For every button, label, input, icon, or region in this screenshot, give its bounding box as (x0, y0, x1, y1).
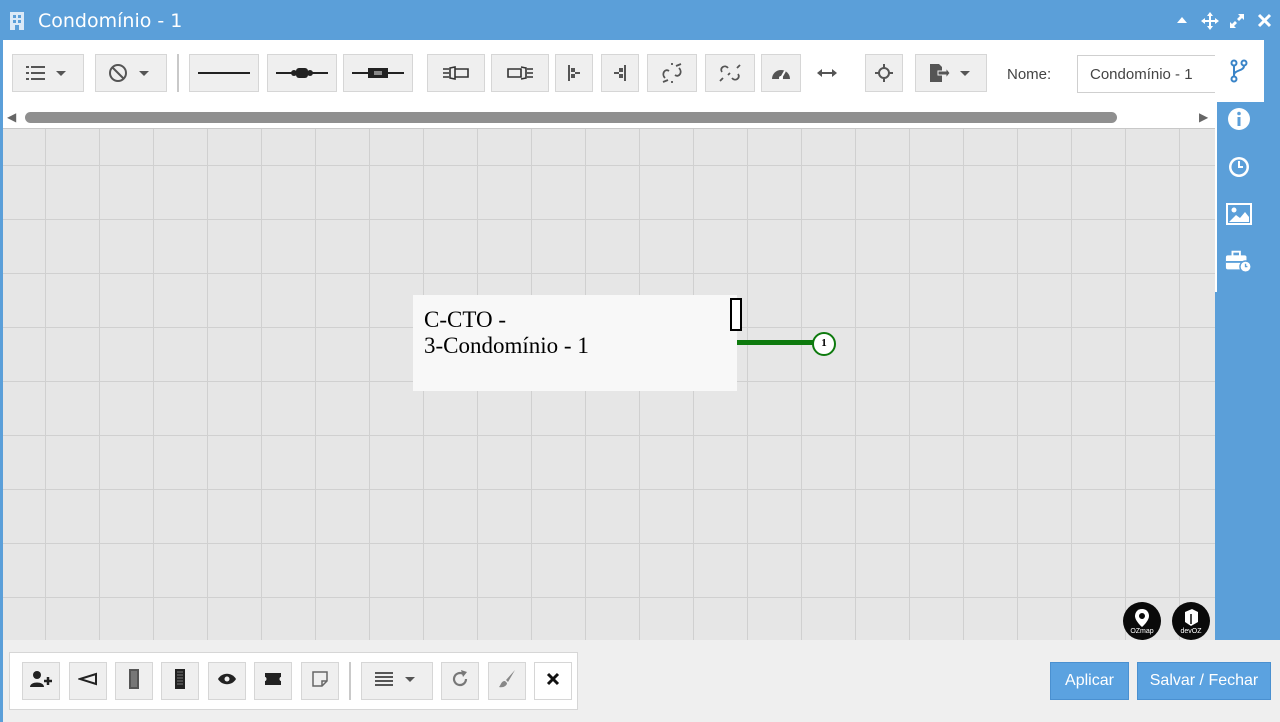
align-right-icon (612, 64, 628, 82)
ticket-button[interactable] (254, 662, 292, 700)
bottom-bar: Aplicar Salvar / Fechar (3, 640, 1280, 722)
building-icon (8, 11, 26, 36)
move-icon[interactable] (1200, 11, 1220, 36)
crosshair-icon (875, 64, 893, 82)
devoz-logo: devOZ (1172, 602, 1210, 640)
resize-horizontal-button[interactable] (807, 54, 847, 92)
top-toolbar: Nome: (3, 40, 1237, 108)
bottom-toolbar-separator (349, 662, 351, 700)
toolbar-separator (177, 54, 179, 92)
link-break-button[interactable] (705, 54, 755, 92)
align-right-button[interactable] (601, 54, 639, 92)
brush-icon (497, 669, 517, 694)
save-close-button[interactable]: Salvar / Fechar (1137, 662, 1271, 700)
list-menu-icon (26, 64, 70, 82)
add-user-icon (29, 670, 53, 693)
toolbox-clock-icon[interactable] (1225, 247, 1253, 275)
fiber-number[interactable]: 1 (812, 332, 836, 356)
refresh-icon (450, 669, 470, 694)
right-sidebar (1215, 40, 1280, 722)
title-bar[interactable]: Condomínio - 1 (0, 0, 1280, 42)
name-label: Nome: (1007, 66, 1052, 83)
align-left-button[interactable] (555, 54, 593, 92)
note-button[interactable] (301, 662, 339, 700)
panel-icon (127, 668, 141, 695)
connector-out-button[interactable] (491, 54, 549, 92)
diagram-canvas[interactable]: C-CTO - 3-Condomínio - 1 1 OZmap devOZ (3, 128, 1215, 641)
image-icon[interactable] (1225, 200, 1253, 228)
connector-out-icon (505, 64, 535, 82)
panel-dark-button[interactable] (161, 662, 199, 700)
eye-button[interactable] (208, 662, 246, 700)
export-icon (928, 63, 974, 83)
export-menu-button[interactable] (915, 54, 987, 92)
splice-box-button[interactable] (343, 54, 413, 92)
cable-line-button[interactable] (189, 54, 259, 92)
splice-closure-icon (276, 65, 328, 81)
delete-icon (546, 672, 560, 691)
block-menu-icon (109, 63, 153, 83)
devoz-logo-text: devOZ (1180, 628, 1202, 635)
panel-dark-icon (173, 668, 187, 695)
close-icon[interactable] (1257, 13, 1272, 33)
ozmap-logo-text: OZmap (1130, 628, 1154, 635)
note-icon (312, 670, 328, 692)
align-menu-button[interactable] (361, 662, 433, 700)
add-user-button[interactable] (22, 662, 60, 700)
splice-box-icon (352, 65, 404, 81)
diagram-window: Condomínio - 1 Nome: Condomínio - 1 ◀ ▶ … (0, 0, 1280, 722)
sidebar-item-diagram[interactable] (1215, 40, 1264, 102)
refresh-button[interactable] (441, 662, 479, 700)
scroll-thumb[interactable] (25, 112, 1117, 123)
crosshair-button[interactable] (865, 54, 903, 92)
unlink-icon (659, 62, 685, 84)
unlink-button[interactable] (647, 54, 697, 92)
horizontal-scrollbar[interactable]: ◀ ▶ (3, 108, 1215, 128)
window-title: Condomínio - 1 (38, 10, 183, 32)
cto-node[interactable]: C-CTO - 3-Condomínio - 1 (413, 295, 737, 391)
brush-button[interactable] (488, 662, 526, 700)
pointer-icon (76, 672, 98, 691)
dashboard-icon (771, 65, 791, 81)
connector-port[interactable] (730, 298, 742, 331)
list-menu-button[interactable] (12, 54, 84, 92)
name-input[interactable] (1077, 55, 1237, 93)
clock-icon[interactable] (1225, 153, 1253, 181)
cto-node-subtitle: 3-Condomínio - 1 (424, 333, 589, 358)
pointer-button[interactable] (69, 662, 107, 700)
connector-in-button[interactable] (427, 54, 485, 92)
scroll-right-icon[interactable]: ▶ (1199, 110, 1208, 124)
splice-closure-button[interactable] (267, 54, 337, 92)
scroll-left-icon[interactable]: ◀ (7, 110, 16, 124)
ozmap-logo: OZmap (1123, 602, 1161, 640)
branch-icon (1225, 57, 1253, 85)
chevron-up-icon[interactable] (1175, 13, 1189, 32)
bottom-toolbar (9, 652, 578, 710)
panel-button[interactable] (115, 662, 153, 700)
cable-line-icon (198, 70, 250, 76)
apply-button[interactable]: Aplicar (1050, 662, 1129, 700)
connector-in-icon (441, 64, 471, 82)
delete-button[interactable] (534, 662, 572, 700)
link-break-icon (717, 62, 743, 84)
eye-icon (217, 672, 237, 691)
align-left-icon (566, 64, 582, 82)
fiber-line[interactable] (737, 340, 813, 345)
cto-node-title: C-CTO - (424, 307, 506, 332)
block-menu-button[interactable] (95, 54, 167, 92)
info-icon[interactable] (1225, 105, 1253, 133)
dashboard-button[interactable] (761, 54, 801, 92)
align-menu-icon (375, 671, 419, 692)
sidebar-edge (1215, 102, 1217, 292)
expand-icon[interactable] (1228, 12, 1246, 35)
ticket-icon (263, 671, 283, 692)
resize-horizontal-icon (816, 68, 838, 78)
